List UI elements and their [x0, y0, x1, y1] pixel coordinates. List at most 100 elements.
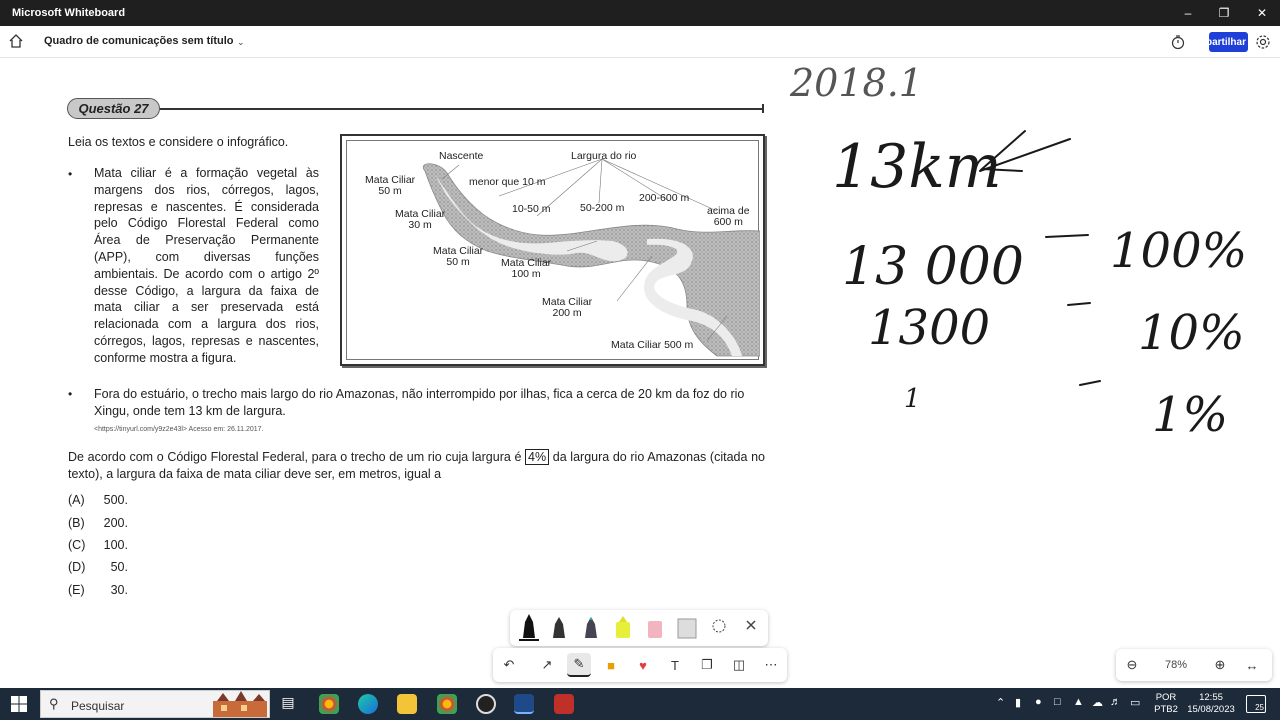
label-mata-ciliar-200m: Mata Ciliar 200 m	[542, 296, 593, 319]
more-icon: ⋯	[764, 657, 778, 672]
notification-count: 25	[1255, 703, 1264, 712]
minimize-button[interactable]: –	[1170, 0, 1206, 26]
handwritten-ink-layer[interactable]: 2018.1 13km 13 000 100% 1300 10% 1 1%	[770, 59, 1280, 499]
clock-date: 15/08/2023	[1187, 704, 1235, 715]
clock[interactable]: 12:55 15/08/2023	[1186, 692, 1236, 716]
battery-icon[interactable]: ▭	[1130, 696, 1140, 709]
undo-button[interactable]: ↶	[497, 653, 521, 677]
pen-teal-icon	[585, 617, 597, 638]
ink-dash-1	[1045, 234, 1089, 238]
ruler-icon	[677, 618, 697, 639]
zoom-in-button[interactable]: ⊕	[1208, 653, 1232, 677]
chevron-up-icon[interactable]: ⌃	[996, 696, 1005, 709]
windows-start-icon[interactable]	[11, 696, 27, 712]
label-mata-ciliar-500m: Mata Ciliar 500 m	[611, 339, 694, 351]
templates-button[interactable]: ◫	[727, 653, 751, 677]
option-a: (A) 500.	[68, 493, 128, 507]
share-button[interactable]: Compartilhar	[1209, 32, 1248, 52]
zoom-out-icon: ⊖	[1126, 657, 1138, 672]
whiteboard-app-icon[interactable]	[514, 694, 534, 714]
bullet-mata-ciliar: Mata ciliar é a formação vegetal às marg…	[94, 166, 319, 365]
shapes-icon: ❐	[701, 657, 713, 672]
maximize-button[interactable]: ❐	[1206, 0, 1242, 26]
search-placeholder: Pesquisar	[71, 699, 125, 713]
notifications-icon[interactable]: 25	[1246, 695, 1266, 713]
question-rule-end	[762, 104, 764, 113]
file-explorer-icon[interactable]	[397, 694, 417, 714]
ink-year: 2018.1	[789, 61, 923, 105]
ink-1: 1	[904, 384, 921, 414]
timer-icon[interactable]	[1170, 34, 1186, 50]
highlighter-yellow-icon	[616, 616, 630, 638]
gear-icon[interactable]	[1255, 34, 1271, 50]
label-mata-ciliar-50m-b: Mata Ciliar 50 m	[433, 245, 484, 268]
main-toolbar: ↶ ↗ ✎ ■ ♥ T ❐ ◫ ⋯	[493, 648, 787, 682]
ink-1300: 1300	[868, 300, 990, 356]
zoom-level: 78%	[1165, 659, 1188, 671]
text-icon: T	[671, 657, 679, 673]
templates-icon: ◫	[732, 657, 746, 672]
bullet-marker: •	[68, 387, 73, 401]
option-c: (C) 100.	[68, 538, 128, 552]
bullet-amazonas: Fora do estuário, o trecho mais largo do…	[94, 387, 745, 418]
ink-100-percent: 100%	[1110, 223, 1247, 279]
app-icon[interactable]	[554, 694, 574, 714]
network-icon[interactable]: ▲	[1073, 696, 1084, 708]
board-title[interactable]: Quadro de comunicações sem título	[44, 35, 234, 47]
label-200-600m: 200-600 m	[639, 192, 690, 204]
language-indicator[interactable]: POR PTB2	[1150, 692, 1182, 716]
ink-dash-2	[1067, 302, 1091, 306]
label-mata-ciliar-30m: Mata Ciliar 30 m	[395, 208, 446, 231]
lasso-icon	[712, 619, 726, 633]
select-tool-button[interactable]: ↗	[535, 653, 559, 677]
chrome-profile-icon[interactable]	[437, 694, 457, 714]
usb-icon[interactable]: ▮	[1015, 696, 1021, 709]
pen-black-icon	[519, 614, 539, 641]
ink-13000: 13 000	[842, 237, 1024, 297]
clock-time: 12:55	[1199, 692, 1223, 703]
fit-view-button[interactable]: ↔	[1240, 653, 1264, 677]
question-prompt: De acordo com o Código Florestal Federal…	[68, 449, 765, 483]
label-nascente: Nascente	[439, 150, 484, 162]
ink-10-percent: 10%	[1138, 305, 1245, 361]
cursor-icon: ↗	[541, 657, 553, 672]
display-icon[interactable]: □	[1054, 696, 1061, 708]
close-window-button[interactable]: ✕	[1244, 0, 1280, 26]
label-largura-rio: Largura do rio	[571, 150, 637, 162]
reactions-button[interactable]: ♥	[631, 653, 655, 677]
search-highlight-icon	[213, 691, 267, 717]
taskbar-search[interactable]: ⚲ Pesquisar	[40, 690, 270, 718]
pen-tool-button[interactable]: ✎	[567, 653, 591, 677]
shapes-button[interactable]: ❐	[695, 653, 719, 677]
highlight-percentage: 4%	[525, 449, 550, 465]
text-tool-button[interactable]: T	[663, 653, 687, 677]
cloud-icon[interactable]: ☁	[1092, 696, 1103, 709]
bullet-marker: •	[68, 167, 73, 181]
option-b: (B) 200.	[68, 516, 128, 530]
microphone-icon[interactable]: ●	[1035, 696, 1042, 708]
chrome-icon[interactable]	[319, 694, 339, 714]
obs-icon[interactable]	[476, 694, 496, 714]
window-titlebar: Microsoft Whiteboard	[0, 0, 1280, 26]
more-button[interactable]: ⋯	[759, 653, 783, 677]
task-view-icon[interactable]: ▤	[278, 694, 298, 714]
pen-icon: ✎	[573, 656, 585, 671]
chevron-down-icon[interactable]: ⌄	[237, 37, 245, 48]
label-acima-600m: acima de 600 m	[707, 205, 750, 228]
source-citation: <https://tinyurl.com/y9z2e43l> Acesso em…	[94, 426, 264, 433]
search-icon: ⚲	[49, 696, 59, 711]
edge-icon[interactable]	[358, 694, 378, 714]
zoom-out-button[interactable]: ⊖	[1120, 653, 1144, 677]
ink-dash-3	[1079, 380, 1101, 386]
home-icon[interactable]	[8, 33, 24, 49]
app-header: Quadro de comunicações sem título ⌄ Comp…	[0, 26, 1280, 58]
volume-icon[interactable]: ♬	[1110, 696, 1121, 708]
label-mata-ciliar-50m-a: Mata Ciliar 50 m	[365, 174, 416, 197]
sticky-note-button[interactable]: ■	[599, 653, 623, 677]
zoom-in-icon: ⊕	[1214, 657, 1226, 672]
whiteboard-canvas[interactable]: Questão 27 Leia os textos e considere o …	[0, 59, 1280, 688]
option-e: (E) 30.	[68, 583, 128, 597]
zoom-controls: ⊖ 78% ⊕ ↔	[1116, 649, 1272, 681]
eraser-icon	[648, 621, 662, 638]
window-title: Microsoft Whiteboard	[12, 7, 126, 19]
